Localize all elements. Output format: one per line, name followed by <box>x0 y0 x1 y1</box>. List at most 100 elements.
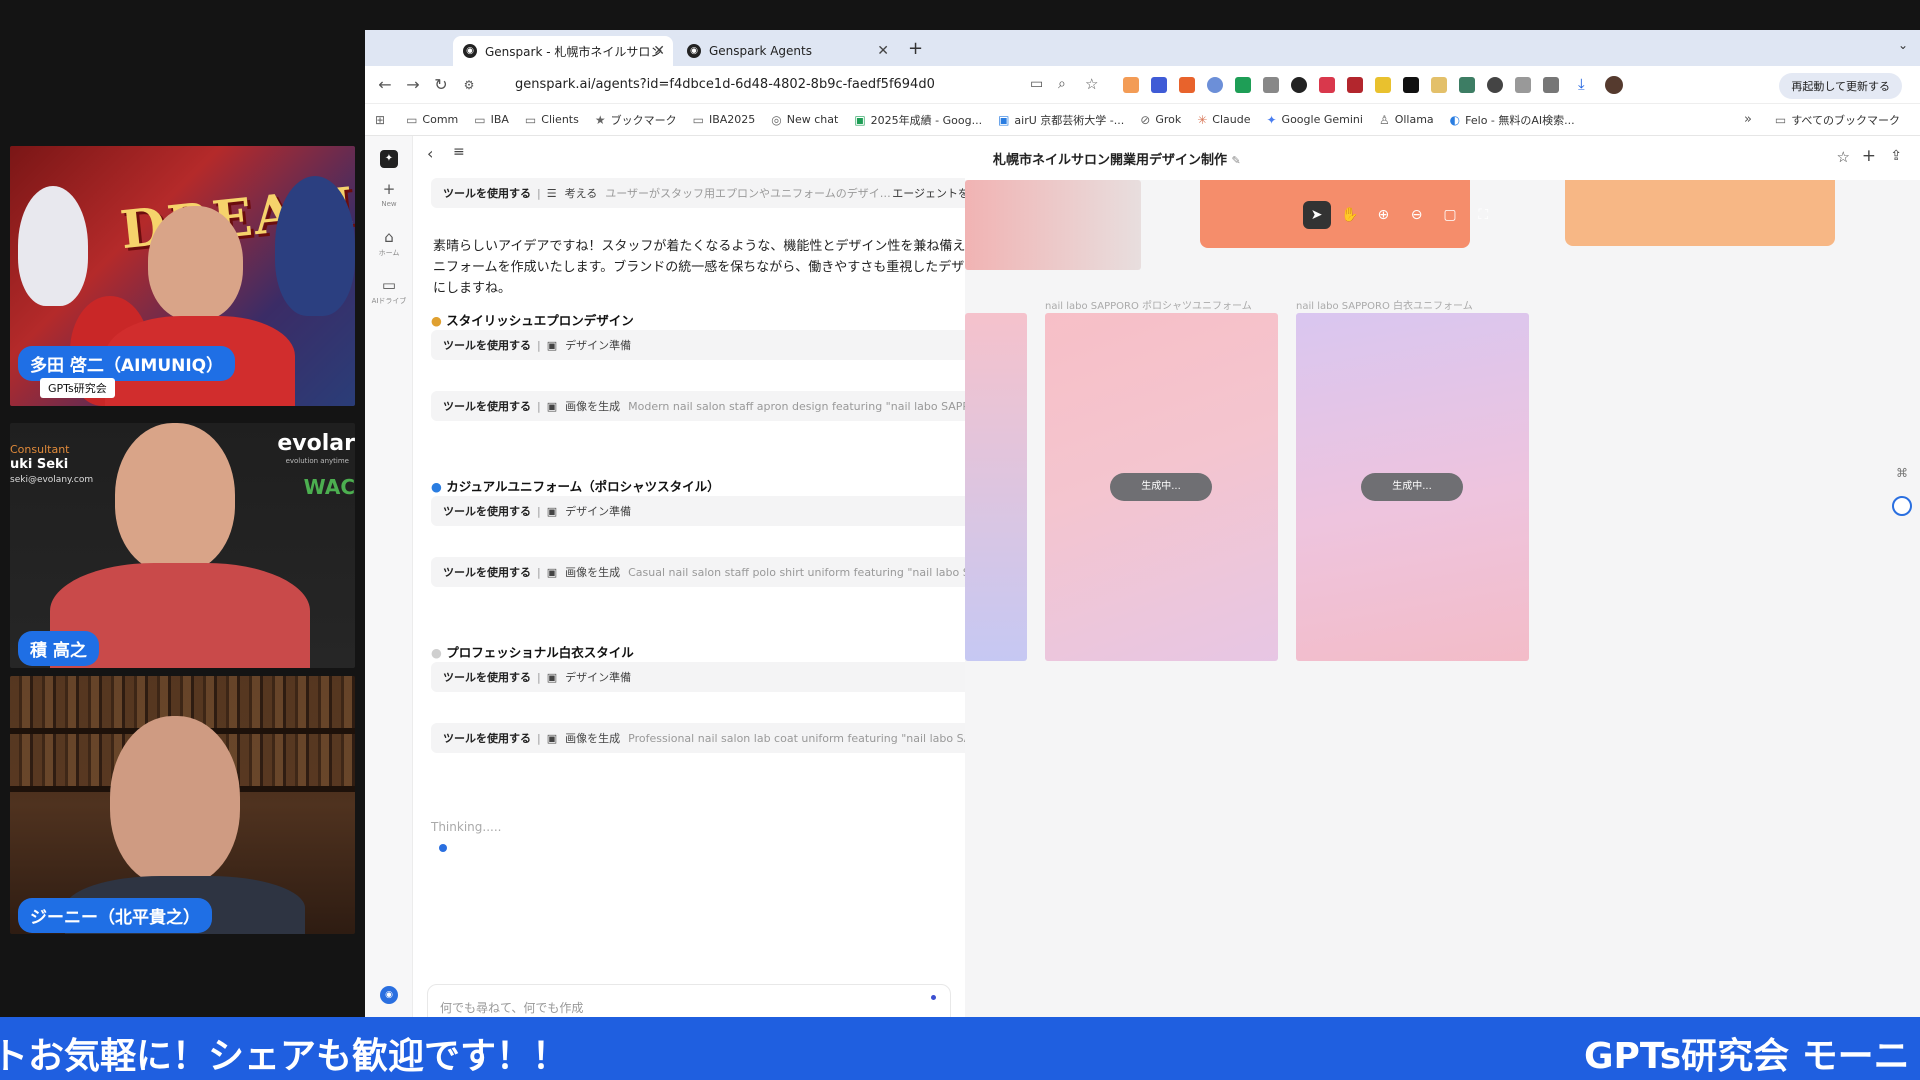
fit-screen-icon[interactable]: ▢ <box>1436 201 1464 229</box>
extension-icon[interactable] <box>1319 77 1335 93</box>
bookmark-new-chat[interactable]: ◎ New chat <box>771 113 838 127</box>
polo-uniform-card[interactable]: 生成中... <box>1045 313 1278 661</box>
extension-icon[interactable] <box>1431 77 1447 93</box>
zoom-out-icon[interactable]: ⊖ <box>1403 201 1431 229</box>
new-tab-button[interactable]: + <box>908 38 923 59</box>
participant-video-3: ジーニー（北平貴之） <box>10 676 355 934</box>
ticker-text-left: トお気軽に！シェアも歓迎です！！ <box>0 1036 569 1077</box>
site-settings-icon[interactable]: ⚙ <box>455 78 483 92</box>
extensions-puzzle-icon[interactable] <box>1543 77 1559 93</box>
business-card-thumbnail[interactable] <box>965 180 1141 270</box>
favorite-star-icon[interactable]: ☆ <box>1837 148 1850 166</box>
assistant-bubble-icon[interactable] <box>1892 496 1912 516</box>
tool-step-generate[interactable]: ツールを使用する | ▣ 画像を生成 Professional nail salon l… <box>431 723 1003 753</box>
rail-ai-drive[interactable]: ▭ AIドライブ <box>365 276 413 306</box>
apron-design-card[interactable] <box>965 313 1027 661</box>
bookmark-gemini[interactable]: ✦ Google Gemini <box>1266 113 1362 127</box>
camera-extension-icon[interactable] <box>1263 77 1279 93</box>
close-tab-icon[interactable]: ✕ <box>653 43 665 59</box>
apps-grid-icon[interactable]: ⊞ <box>375 113 390 127</box>
more-bookmarks-icon[interactable]: » <box>1744 112 1752 127</box>
bookmark-grok[interactable]: ⊘ Grok <box>1140 113 1181 127</box>
url-field[interactable]: genspark.ai/agents?id=f4dbce1d-6d48-4802… <box>515 77 935 92</box>
extension-icon[interactable] <box>1459 77 1475 93</box>
participant-name-label: ジーニー（北平貴之） <box>18 898 212 933</box>
profile-avatar[interactable] <box>1605 76 1623 94</box>
extension-icon[interactable] <box>1487 77 1503 93</box>
menu-icon[interactable]: ≡ <box>453 144 465 160</box>
tab-search-icon[interactable]: ⌄ <box>1898 38 1908 52</box>
browser-tab-agents[interactable]: ◉ Genspark Agents ✕ <box>677 36 897 66</box>
bookmark-iba[interactable]: ▭ IBA <box>474 113 509 127</box>
extension-icon[interactable] <box>1235 77 1251 93</box>
bookmark-comm[interactable]: ▭ Comm <box>406 113 458 127</box>
extension-icon[interactable] <box>1347 77 1363 93</box>
image-icon: ▣ <box>546 670 558 684</box>
extension-icon[interactable] <box>1123 77 1139 93</box>
add-icon[interactable]: + <box>1862 146 1876 166</box>
bookmark-clients[interactable]: ▭ Clients <box>525 113 579 127</box>
tool-label: ツールを使用する <box>443 505 531 518</box>
share-icon[interactable]: ⇪ <box>1890 148 1902 164</box>
tool-step-generate[interactable]: ツールを使用する | ▣ 画像を生成 Casual nail salon staff p… <box>431 557 1003 587</box>
lab-coat-card[interactable]: 生成中... <box>1296 313 1529 661</box>
notion-icon[interactable] <box>1403 77 1419 93</box>
stream-stage: DREAMS 多田 啓二（AIMUNIQ） GPTs研究会 Consultant… <box>0 0 1920 1080</box>
tool-step-prep[interactable]: ツールを使用する | ▣ デザイン準備 <box>431 330 1003 360</box>
tool-action: 画像を生成 <box>565 566 621 579</box>
bookmark-claude[interactable]: ✳ Claude <box>1197 113 1250 127</box>
tool-step-prep[interactable]: ツールを使用する | ▣ デザイン準備 <box>431 662 1003 692</box>
extension-icon[interactable] <box>1151 77 1167 93</box>
tool-step-prep[interactable]: ツールを使用する | ▣ デザイン準備 <box>431 496 1003 526</box>
tool-step-generate[interactable]: ツールを使用する | ▣ 画像を生成 Modern nail salon staff a… <box>431 391 1003 421</box>
apron-icon: ● <box>431 313 442 328</box>
tool-step-think[interactable]: ツールを使用する | ☰ 考える ユーザーがスタッフ用エプロンやユニフォームのデザ… <box>431 178 1003 208</box>
tab-bar: ◉ Genspark - 札幌市ネイルサロン ✕ ◉ Genspark Agen… <box>365 30 1920 66</box>
rail-bottom[interactable]: ◉ <box>365 982 413 1004</box>
bookmark-felo[interactable]: ◐ Felo - 無料のAI検索... <box>1450 112 1575 128</box>
bookmark-airu[interactable]: ▣ airU 京都芸術大学 -... <box>998 112 1124 128</box>
genspark-app: ✦ + New ⌂ ホーム ▭ AIドライブ ◉ ‹ ≡ ツールを使用する | ☰ 考え… <box>365 136 1920 1064</box>
cast-icon[interactable]: ▭ <box>1030 76 1043 92</box>
select-cursor-icon[interactable]: ➤ <box>1302 201 1331 229</box>
extension-icon[interactable] <box>1375 77 1391 93</box>
edit-pencil-icon[interactable]: ✎ <box>1232 154 1241 167</box>
back-chevron-icon[interactable]: ‹ <box>427 144 433 163</box>
extension-icon[interactable] <box>1515 77 1531 93</box>
canvas-title: 札幌市ネイルサロン開業用デザイン制作 <box>993 153 1228 168</box>
grid-toggle-icon[interactable]: ⌘ <box>1896 466 1908 480</box>
bookmark-star-icon[interactable]: ☆ <box>1085 75 1098 93</box>
overlay-email: seki@evolany.com <box>10 475 94 485</box>
news-ticker: トお気軽に！シェアも歓迎です！！ GPTs研究会 モーニ <box>0 1017 1920 1080</box>
bookmark-label: すべてのブックマーク <box>1791 113 1900 127</box>
bookmark-bookmarks[interactable]: ★ ブックマーク <box>595 112 677 128</box>
zoom-icon[interactable]: ⌕ <box>1058 76 1066 92</box>
forward-icon[interactable]: → <box>399 75 427 94</box>
rail-home[interactable]: ⌂ ホーム <box>365 228 413 258</box>
coat-icon: ● <box>431 645 442 660</box>
tool-action: デザイン準備 <box>565 671 632 684</box>
reload-icon[interactable]: ↻ <box>427 75 455 94</box>
bookmark-iba2025[interactable]: ▭ IBA2025 <box>693 113 756 127</box>
back-icon[interactable]: ← <box>371 75 399 94</box>
hand-pan-icon[interactable]: ✋ <box>1336 201 1364 229</box>
extension-icon[interactable] <box>1291 77 1307 93</box>
overlay-name: uki Seki <box>10 457 69 472</box>
browser-tab-genspark[interactable]: ◉ Genspark - 札幌市ネイルサロン ✕ <box>453 36 673 66</box>
close-tab-icon[interactable]: ✕ <box>877 43 889 59</box>
bookmark-label: Google Gemini <box>1281 113 1363 126</box>
extension-icon[interactable] <box>1179 77 1195 93</box>
fullscreen-icon[interactable]: ⛶ <box>1469 201 1497 229</box>
bookmark-ollama[interactable]: ♙ Ollama <box>1379 113 1434 127</box>
relaunch-to-update-button[interactable]: 再起動して更新する <box>1779 73 1902 99</box>
all-bookmarks[interactable]: ▭ すべてのブックマーク <box>1775 112 1900 128</box>
info-card-thumbnail[interactable] <box>1565 180 1835 246</box>
address-bar: ← → ↻ ⚙ genspark.ai/agents?id=f4dbce1d-6… <box>365 66 1920 104</box>
rail-new[interactable]: + New <box>365 180 413 208</box>
bookmark-sheets[interactable]: ▣ 2025年成績 - Goog... <box>854 112 982 128</box>
extension-icon[interactable] <box>1207 77 1223 93</box>
chat-input-placeholder: 何でも尋ねて、何でも作成 <box>440 1001 584 1015</box>
genspark-logo-icon[interactable]: ✦ <box>365 146 413 168</box>
download-icon[interactable]: ⤓ <box>1578 75 1585 93</box>
zoom-in-icon[interactable]: ⊕ <box>1369 201 1397 229</box>
